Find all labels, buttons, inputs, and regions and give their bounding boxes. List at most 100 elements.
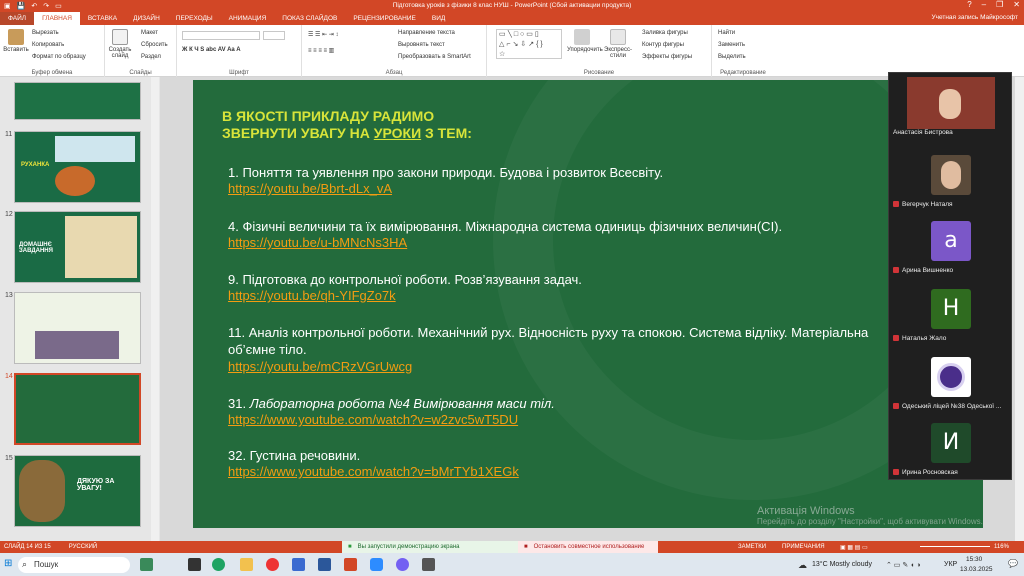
school-logo-icon [937, 363, 965, 391]
comments-button[interactable]: ПРИМЕЧАНИЯ [782, 544, 825, 550]
weather-text[interactable]: 13°C Mostly cloudy [812, 561, 872, 568]
slide-thumbnail-15[interactable]: ДЯКУЮ ЗА УВАГУ! [14, 455, 141, 527]
arrange-button[interactable]: Упорядочить [567, 29, 603, 53]
list-buttons[interactable]: ☰ ☰ ⇤ ⇥ ↕ [308, 31, 338, 38]
slide-thumbnail-10[interactable] [14, 82, 141, 120]
word-icon[interactable] [318, 558, 331, 571]
slide-thumbnails-pane: 11 РУХАНКА 12 ДОМАШНЄ ЗАВДАННЯ 13 14 15 … [0, 77, 150, 541]
participant-video [907, 77, 995, 129]
participant-tile[interactable]: a Арина Вишненко [889, 215, 1011, 277]
shape-fill-button[interactable]: Заливка фигуры [642, 30, 688, 36]
font-size-input[interactable] [263, 31, 285, 40]
account-label[interactable]: Учетная запись Майкрософт [931, 14, 1018, 21]
minimize-icon[interactable]: – [982, 0, 986, 9]
task-view-icon[interactable] [188, 558, 201, 571]
layout-button[interactable]: Макет [141, 30, 158, 36]
tab-design[interactable]: ДИЗАЙН [125, 12, 168, 25]
drawing-group: ▭╲□○▭▯ △⌐↘⇩↗{} ☆ Упорядочить Экспресс-стил… [487, 25, 712, 77]
slide-scrollbar[interactable] [1015, 77, 1024, 541]
tray-icons[interactable]: ⌃ ▭ ✎ ◖ ◑ [886, 561, 921, 569]
paste-button[interactable]: Вставить [2, 29, 30, 53]
app-icon[interactable] [422, 558, 435, 571]
shape-outline-button[interactable]: Контур фигуры [642, 42, 684, 48]
mic-muted-icon [893, 201, 899, 208]
close-icon[interactable]: ✕ [1013, 0, 1020, 9]
notes-button[interactable]: ЗАМЕТКИ [738, 544, 766, 550]
thumbnails-scrollbar[interactable] [151, 77, 159, 541]
tab-transitions[interactable]: ПЕРЕХОДЫ [168, 12, 221, 25]
shape-effects-button[interactable]: Эффекты фигуры [642, 54, 692, 60]
quick-styles-icon [610, 29, 626, 45]
topic-link[interactable]: https://youtu.be/u-bMNcNs3HA [228, 235, 407, 250]
restore-icon[interactable]: ❐ [996, 0, 1003, 9]
slide-thumbnail-12[interactable]: ДОМАШНЄ ЗАВДАННЯ [14, 211, 141, 283]
opera-icon[interactable] [266, 558, 279, 571]
new-slide-button[interactable]: Создать слайд [107, 29, 133, 59]
taskbar-search[interactable]: Пошук [18, 557, 130, 573]
cut-button[interactable]: Вырезать [32, 30, 59, 36]
find-button[interactable]: Найти [718, 30, 735, 36]
powerpoint-taskbar-icon[interactable] [344, 558, 357, 571]
landscape-icon[interactable] [140, 558, 153, 571]
notifications-icon[interactable]: 💬 [1008, 559, 1018, 568]
font-family-input[interactable] [182, 31, 260, 40]
keyboard-language[interactable]: УКР [944, 561, 957, 568]
stop-sharing-button[interactable]: ■ Остановить совместное использование [518, 541, 658, 553]
replace-button[interactable]: Заменить [718, 42, 745, 48]
shapes-gallery[interactable]: ▭╲□○▭▯ △⌐↘⇩↗{} ☆ [496, 29, 562, 59]
tab-file[interactable]: ФАЙЛ [0, 12, 35, 25]
tab-animation[interactable]: АНИМАЦИЯ [221, 12, 275, 25]
participant-tile[interactable]: Н Наталья Жало [889, 283, 1011, 345]
viber-icon[interactable] [396, 558, 409, 571]
tab-view[interactable]: ВИД [424, 12, 453, 25]
language-indicator[interactable]: РУССКИЙ [69, 544, 97, 550]
participant-tile[interactable]: И Ирина Росновская [889, 417, 1011, 479]
slide-thumbnail-11[interactable]: РУХАНКА [14, 131, 141, 203]
zoom-slider[interactable] [920, 546, 990, 547]
topic-link[interactable]: https://www.youtube.com/watch?v=w2zvc5wT… [228, 412, 518, 427]
topic-link[interactable]: https://youtu.be/qh-YIFgZo7k [228, 288, 396, 303]
font-style-buttons[interactable]: Ж К Ч S abc AV Aa A [182, 47, 241, 53]
align-text-button[interactable]: Выровнять текст [398, 42, 445, 48]
align-buttons[interactable]: ≡ ≡ ≡ ≡ ▥ [308, 47, 334, 54]
topic-link[interactable]: https://youtu.be/mCRzVGrUwcg [228, 359, 412, 374]
participant-tile[interactable]: Анастасія Бистрова [889, 75, 1011, 137]
slide-number: 14 [5, 373, 13, 380]
start-icon[interactable]: ⊞ [4, 558, 12, 569]
view-buttons[interactable]: ▣ ▦ ▤ ▭ [840, 544, 868, 551]
topic-item: 31. Лабораторна робота №4 Вимірювання ма… [228, 396, 555, 411]
slide-thumbnail-13[interactable] [14, 292, 141, 364]
tab-home[interactable]: ГЛАВНАЯ [34, 12, 80, 25]
topic-item: 11. Аналіз контрольної роботи. Механічни… [228, 325, 869, 340]
person-face [941, 161, 961, 189]
participant-tile[interactable]: Вегерчук Наталя [889, 149, 1011, 211]
reset-button[interactable]: Сбросить [141, 42, 168, 48]
tab-insert[interactable]: ВСТАВКА [80, 12, 125, 25]
text-direction-button[interactable]: Направление текста [398, 30, 455, 36]
select-button[interactable]: Выделить [718, 54, 746, 60]
paste-icon [8, 29, 24, 45]
zoom-level[interactable]: 116% [994, 544, 1009, 550]
zoom-app-icon[interactable] [370, 558, 383, 571]
smartart-button[interactable]: Преобразовать в SmartArt [398, 54, 471, 60]
section-button[interactable]: Раздел [141, 54, 161, 60]
participant-tile[interactable]: Одеський ліцей №38 Одеської ... [889, 351, 1011, 413]
clock-date[interactable]: 13.03.2025 [960, 566, 993, 573]
tab-slideshow[interactable]: ПОКАЗ СЛАЙДОВ [274, 12, 345, 25]
topic-link[interactable]: https://www.youtube.com/watch?v=bMrTYb1X… [228, 464, 519, 479]
font-group: Ж К Ч S abc AV Aa A Шрифт [177, 25, 302, 77]
edge-icon[interactable] [212, 558, 225, 571]
clock-time[interactable]: 15:30 [966, 556, 982, 563]
format-painter-button[interactable]: Формат по образцу [32, 54, 86, 60]
tab-review[interactable]: РЕЦЕНЗИРОВАНИЕ [345, 12, 424, 25]
copy-button[interactable]: Копировать [32, 42, 64, 48]
store-icon[interactable] [292, 558, 305, 571]
slide-thumbnail-14[interactable] [14, 373, 141, 445]
participant-avatar: Н [931, 289, 971, 329]
topic-link[interactable]: https://youtu.be/Bbrt-dLx_vA [228, 181, 392, 196]
quick-styles-button[interactable]: Экспресс-стили [599, 29, 637, 59]
mic-muted-icon [893, 267, 899, 274]
explorer-icon[interactable] [240, 558, 253, 571]
weather-icon: ☁ [798, 560, 807, 570]
help-icon[interactable]: ? [967, 0, 971, 9]
